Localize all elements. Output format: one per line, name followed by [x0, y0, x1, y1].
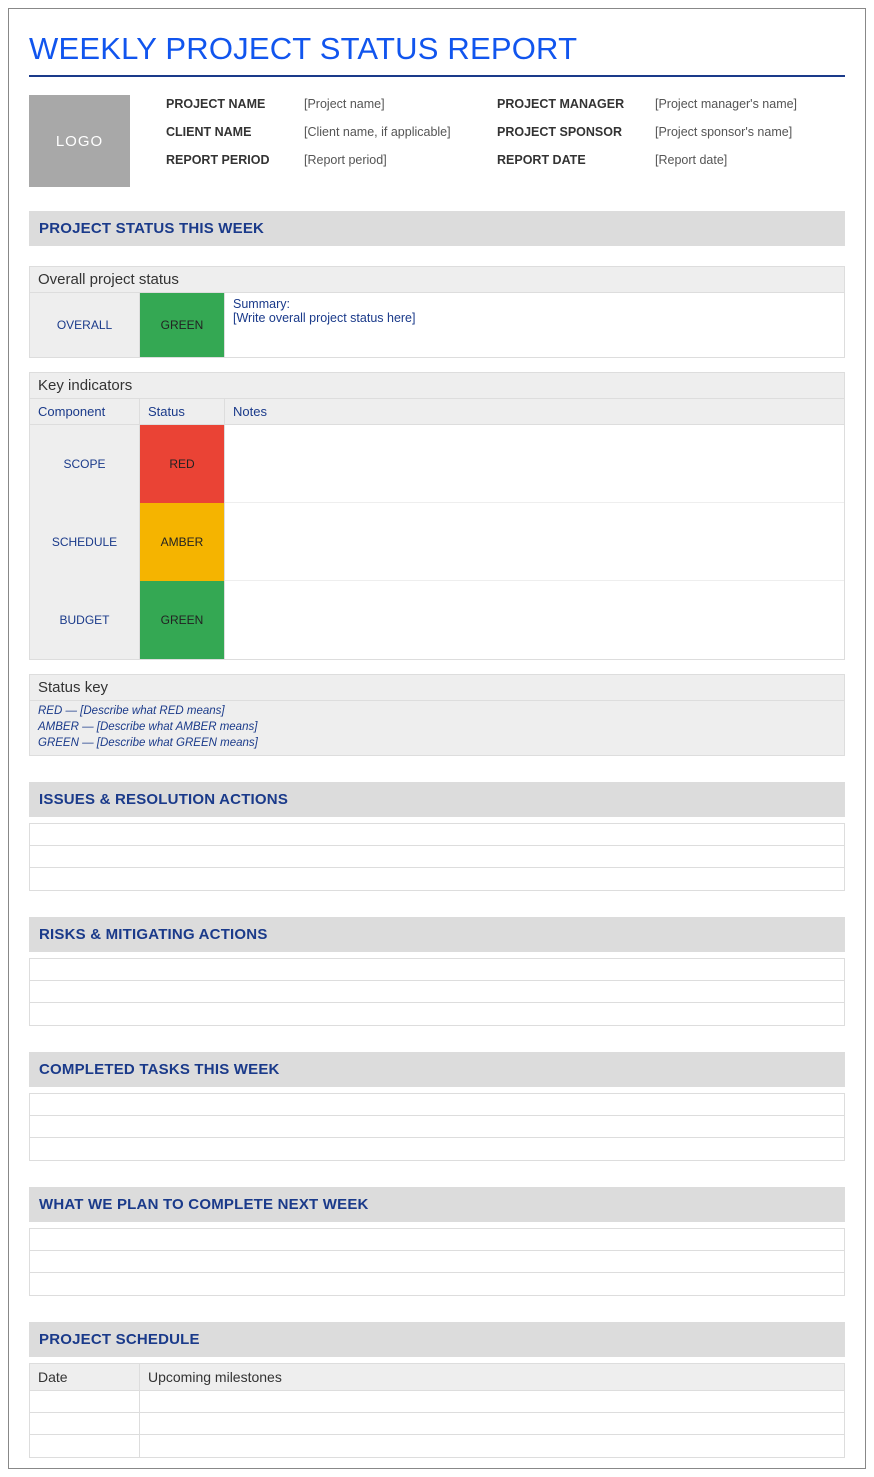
ki-budget-notes [225, 581, 844, 659]
project-name-value: [Project name] [304, 97, 489, 111]
risks-row [30, 981, 844, 1003]
status-key-title: Status key [30, 675, 844, 701]
meta-block: LOGO PROJECT NAME [Project name] PROJECT… [29, 95, 845, 187]
overall-label: OVERALL [30, 293, 140, 357]
ki-scope-label: SCOPE [30, 425, 140, 503]
report-period-value: [Report period] [304, 153, 489, 167]
ki-header-row: Component Status Notes [30, 399, 844, 425]
project-manager-value: [Project manager's name] [655, 97, 845, 111]
status-key-amber: AMBER — [Describe what AMBER means] [30, 717, 844, 733]
schedule-table: Date Upcoming milestones [29, 1363, 845, 1458]
project-name-label: PROJECT NAME [166, 97, 296, 111]
next-week-row [30, 1229, 844, 1251]
schedule-header-date: Date [30, 1364, 140, 1391]
status-key-red: RED — [Describe what RED means] [30, 701, 844, 717]
ki-scope-notes [225, 425, 844, 503]
report-date-value: [Report date] [655, 153, 845, 167]
ki-header-component: Component [30, 399, 140, 425]
risks-table [29, 958, 845, 1026]
report-date-label: REPORT DATE [497, 153, 647, 167]
completed-row [30, 1094, 844, 1116]
ki-budget-status: GREEN [140, 581, 225, 659]
report-title: WEEKLY PROJECT STATUS REPORT [29, 31, 845, 67]
ki-schedule-status: AMBER [140, 503, 225, 581]
project-manager-label: PROJECT MANAGER [497, 97, 647, 111]
completed-table [29, 1093, 845, 1161]
issues-row [30, 824, 844, 846]
section-status-this-week: PROJECT STATUS THIS WEEK [29, 211, 845, 246]
section-risks: RISKS & MITIGATING ACTIONS [29, 917, 845, 952]
ki-row-schedule: SCHEDULE AMBER [30, 503, 844, 581]
schedule-row [30, 1413, 844, 1435]
ki-row-scope: SCOPE RED [30, 425, 844, 503]
schedule-header-milestones: Upcoming milestones [140, 1364, 844, 1391]
schedule-row [30, 1391, 844, 1413]
schedule-header-row: Date Upcoming milestones [30, 1364, 844, 1391]
status-key-green: GREEN — [Describe what GREEN means] [30, 733, 844, 749]
ki-schedule-notes [225, 503, 844, 581]
ki-row-budget: BUDGET GREEN [30, 581, 844, 659]
overall-status-subheader: Overall project status [29, 266, 845, 293]
summary-text: [Write overall project status here] [233, 311, 415, 325]
overall-summary: Summary: [Write overall project status h… [225, 293, 844, 357]
section-schedule: PROJECT SCHEDULE [29, 1322, 845, 1357]
key-indicators-subheader: Key indicators [29, 372, 845, 399]
next-week-row [30, 1251, 844, 1273]
schedule-row [30, 1435, 844, 1457]
meta-grid: PROJECT NAME [Project name] PROJECT MANA… [166, 95, 845, 187]
report-period-label: REPORT PERIOD [166, 153, 296, 167]
summary-label: Summary: [233, 297, 290, 311]
logo-placeholder: LOGO [29, 95, 130, 187]
issues-row [30, 868, 844, 890]
client-name-label: CLIENT NAME [166, 125, 296, 139]
ki-schedule-label: SCHEDULE [30, 503, 140, 581]
completed-row [30, 1138, 844, 1160]
ki-header-notes: Notes [225, 399, 844, 425]
overall-status-chip: GREEN [140, 293, 225, 357]
section-next-week: WHAT WE PLAN TO COMPLETE NEXT WEEK [29, 1187, 845, 1222]
client-name-value: [Client name, if applicable] [304, 125, 489, 139]
risks-row [30, 1003, 844, 1025]
ki-budget-label: BUDGET [30, 581, 140, 659]
issues-table [29, 823, 845, 891]
ki-header-status: Status [140, 399, 225, 425]
report-page: WEEKLY PROJECT STATUS REPORT LOGO PROJEC… [8, 8, 866, 1469]
section-issues: ISSUES & RESOLUTION ACTIONS [29, 782, 845, 817]
next-week-table [29, 1228, 845, 1296]
issues-row [30, 846, 844, 868]
project-sponsor-value: [Project sponsor's name] [655, 125, 845, 139]
key-indicators-table: Component Status Notes SCOPE RED SCHEDUL… [29, 399, 845, 660]
next-week-row [30, 1273, 844, 1295]
risks-row [30, 959, 844, 981]
title-rule [29, 75, 845, 77]
completed-row [30, 1116, 844, 1138]
overall-status-row: OVERALL GREEN Summary: [Write overall pr… [29, 293, 845, 358]
section-completed: COMPLETED TASKS THIS WEEK [29, 1052, 845, 1087]
status-key-block: Status key RED — [Describe what RED mean… [29, 674, 845, 756]
project-sponsor-label: PROJECT SPONSOR [497, 125, 647, 139]
ki-scope-status: RED [140, 425, 225, 503]
